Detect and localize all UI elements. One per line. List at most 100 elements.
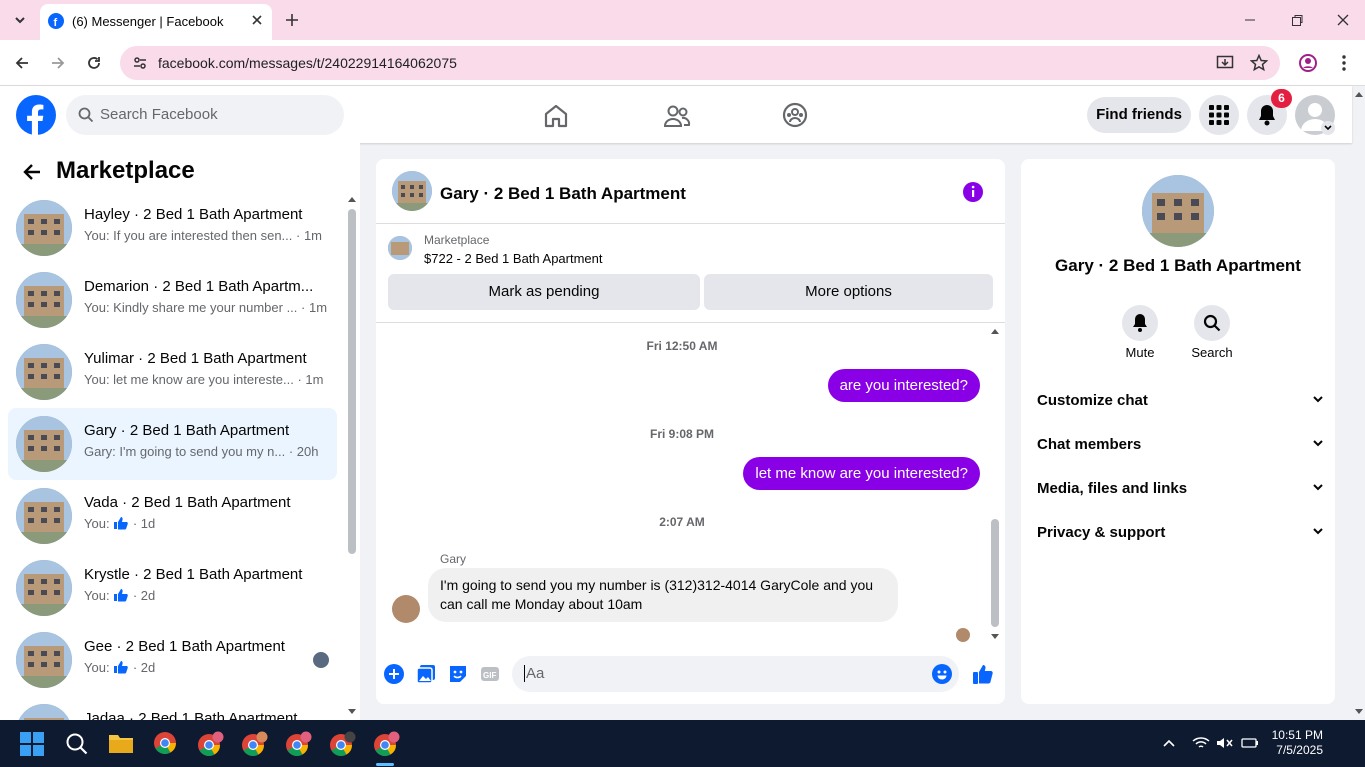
sender-name: Gary: [440, 552, 467, 566]
photo-icon[interactable]: [416, 664, 436, 684]
message-input[interactable]: Aa: [512, 656, 959, 692]
new-tab-icon[interactable]: [284, 12, 300, 28]
thread-scroll-up-icon[interactable]: [990, 327, 1000, 335]
privacy-support-section[interactable]: Privacy & support: [1037, 524, 1325, 541]
page-scroll-down-icon[interactable]: [1354, 708, 1364, 716]
minimize-icon[interactable]: [1243, 13, 1257, 27]
search-icon[interactable]: [65, 732, 89, 756]
chevron-down-icon: [1311, 436, 1325, 450]
chevron-up-icon[interactable]: [1162, 738, 1176, 748]
outgoing-message[interactable]: are you interested?: [827, 369, 980, 402]
install-app-icon[interactable]: [1216, 54, 1234, 72]
home-icon[interactable]: [543, 103, 569, 129]
close-tab-icon[interactable]: [250, 13, 264, 27]
profile-icon[interactable]: [1298, 53, 1318, 73]
chrome-profile-icon[interactable]: [285, 731, 313, 757]
outgoing-message[interactable]: let me know are you interested?: [743, 457, 980, 490]
search-input[interactable]: Search Facebook: [66, 95, 344, 135]
back-arrow-icon[interactable]: [22, 162, 42, 182]
grid-menu-icon: [1209, 105, 1229, 125]
mark-as-pending-button[interactable]: Mark as pending: [388, 274, 700, 310]
forward-icon[interactable]: [50, 55, 66, 71]
omnibox[interactable]: facebook.com/messages/t/2402291416406207…: [120, 46, 1280, 80]
conversation-preview: You: let me know are you intereste... · …: [84, 372, 324, 387]
chrome-profile-icon[interactable]: [329, 731, 357, 757]
page-scroll-up-icon[interactable]: [1354, 90, 1364, 98]
clock-date: 7/5/2025: [1276, 743, 1323, 757]
chrome-profile-icon[interactable]: [197, 731, 225, 757]
listing-description[interactable]: $722 - 2 Bed 1 Bath Apartment: [424, 251, 603, 266]
browser-tab[interactable]: f (6) Messenger | Facebook: [40, 4, 272, 40]
conversation-item[interactable]: Krystle · 2 Bed 1 Bath Apartment You: · …: [8, 552, 337, 624]
back-icon[interactable]: [14, 55, 30, 71]
info-icon[interactable]: [962, 181, 984, 203]
tab-list-icon[interactable]: [12, 12, 28, 28]
send-like-icon[interactable]: [972, 663, 994, 685]
gif-icon[interactable]: GIF: [480, 664, 500, 684]
browser-menu-icon[interactable]: [1336, 54, 1352, 72]
conversation-item-active[interactable]: Gary · 2 Bed 1 Bath Apartment Gary: I'm …: [8, 408, 337, 480]
site-info-icon[interactable]: [132, 55, 148, 71]
more-options-button[interactable]: More options: [704, 274, 993, 310]
find-friends-button[interactable]: Find friends: [1087, 97, 1191, 133]
menu-button[interactable]: [1199, 95, 1239, 135]
conversation-list-panel: Marketplace Hayley · 2 Bed 1 Bath Apartm…: [0, 143, 360, 720]
chat-details-panel: Gary · 2 Bed 1 Bath Apartment Mute Searc…: [1021, 159, 1335, 704]
thread-scroll-down-icon[interactable]: [990, 633, 1000, 641]
conversation-preview: Gary: I'm going to send you my n... · 20…: [84, 444, 319, 459]
search-icon: [78, 107, 94, 123]
friends-icon[interactable]: [663, 103, 691, 129]
bookmark-star-icon[interactable]: [1250, 54, 1268, 72]
mute-label: Mute: [1125, 345, 1155, 360]
thread-scrollbar[interactable]: [991, 519, 999, 627]
chat-members-section[interactable]: Chat members: [1037, 436, 1325, 453]
chevron-down-icon: [1311, 392, 1325, 406]
sticker-icon[interactable]: [448, 664, 468, 684]
bell-icon: [1131, 313, 1149, 333]
media-files-links-section[interactable]: Media, files and links: [1037, 480, 1325, 497]
conversation-item[interactable]: Yulimar · 2 Bed 1 Bath Apartment You: le…: [8, 336, 337, 408]
restore-icon[interactable]: [1290, 13, 1304, 27]
chrome-profile-icon[interactable]: [241, 731, 269, 757]
windows-start-icon[interactable]: [20, 732, 44, 756]
search-conversation-button[interactable]: [1194, 305, 1230, 341]
wifi-icon[interactable]: [1192, 736, 1210, 750]
listing-thumbnail[interactable]: [388, 236, 412, 260]
emoji-icon[interactable]: [932, 664, 952, 684]
chrome-icon[interactable]: [153, 731, 177, 755]
list-scrollbar[interactable]: [348, 209, 356, 554]
url-text: facebook.com/messages/t/2402291416406207…: [158, 55, 457, 71]
groups-icon[interactable]: [782, 102, 808, 128]
list-scroll-up-icon[interactable]: [347, 195, 357, 203]
conversation-item[interactable]: Vada · 2 Bed 1 Bath Apartment You: · 1d: [8, 480, 337, 552]
incoming-message[interactable]: I'm going to send you my number is (312)…: [428, 568, 898, 622]
sender-avatar[interactable]: [392, 595, 420, 623]
conversation-item[interactable]: Jadaa · 2 Bed 1 Bath Apartment: [8, 696, 337, 720]
conversation-item[interactable]: Hayley · 2 Bed 1 Bath Apartment You: If …: [8, 192, 337, 264]
chat-panel: Gary · 2 Bed 1 Bath Apartment Marketplac…: [376, 159, 1005, 704]
close-window-icon[interactable]: [1336, 13, 1350, 27]
conversation-preview: You: · 1d: [84, 516, 156, 531]
details-name: Gary · 2 Bed 1 Bath Apartment: [1055, 256, 1301, 275]
chat-avatar[interactable]: [392, 171, 432, 211]
reload-icon[interactable]: [86, 55, 102, 71]
add-attachment-icon[interactable]: [384, 664, 404, 684]
listing-avatar: [16, 416, 72, 472]
listing-avatar: [16, 488, 72, 544]
details-avatar[interactable]: [1142, 175, 1214, 247]
battery-icon[interactable]: [1240, 736, 1260, 750]
file-explorer-icon[interactable]: [108, 732, 134, 754]
chrome-profile-icon-active[interactable]: [373, 731, 401, 757]
customize-chat-section[interactable]: Customize chat: [1037, 392, 1325, 409]
system-clock[interactable]: 10:51 PM 7/5/2025: [1270, 728, 1323, 758]
facebook-logo-icon[interactable]: [16, 95, 56, 135]
mute-button[interactable]: [1122, 305, 1158, 341]
conversation-item[interactable]: Demarion · 2 Bed 1 Bath Apartm... You: K…: [8, 264, 337, 336]
conversation-item[interactable]: Gee · 2 Bed 1 Bath Apartment You: · 2d: [8, 624, 337, 696]
list-scroll-down-icon[interactable]: [347, 708, 357, 716]
facebook-favicon-icon: f: [48, 13, 64, 29]
chat-title[interactable]: Gary · 2 Bed 1 Bath Apartment: [440, 184, 686, 204]
account-chevron-icon[interactable]: [1321, 121, 1335, 135]
volume-muted-icon[interactable]: [1216, 736, 1234, 750]
notification-badge: 6: [1271, 89, 1292, 108]
